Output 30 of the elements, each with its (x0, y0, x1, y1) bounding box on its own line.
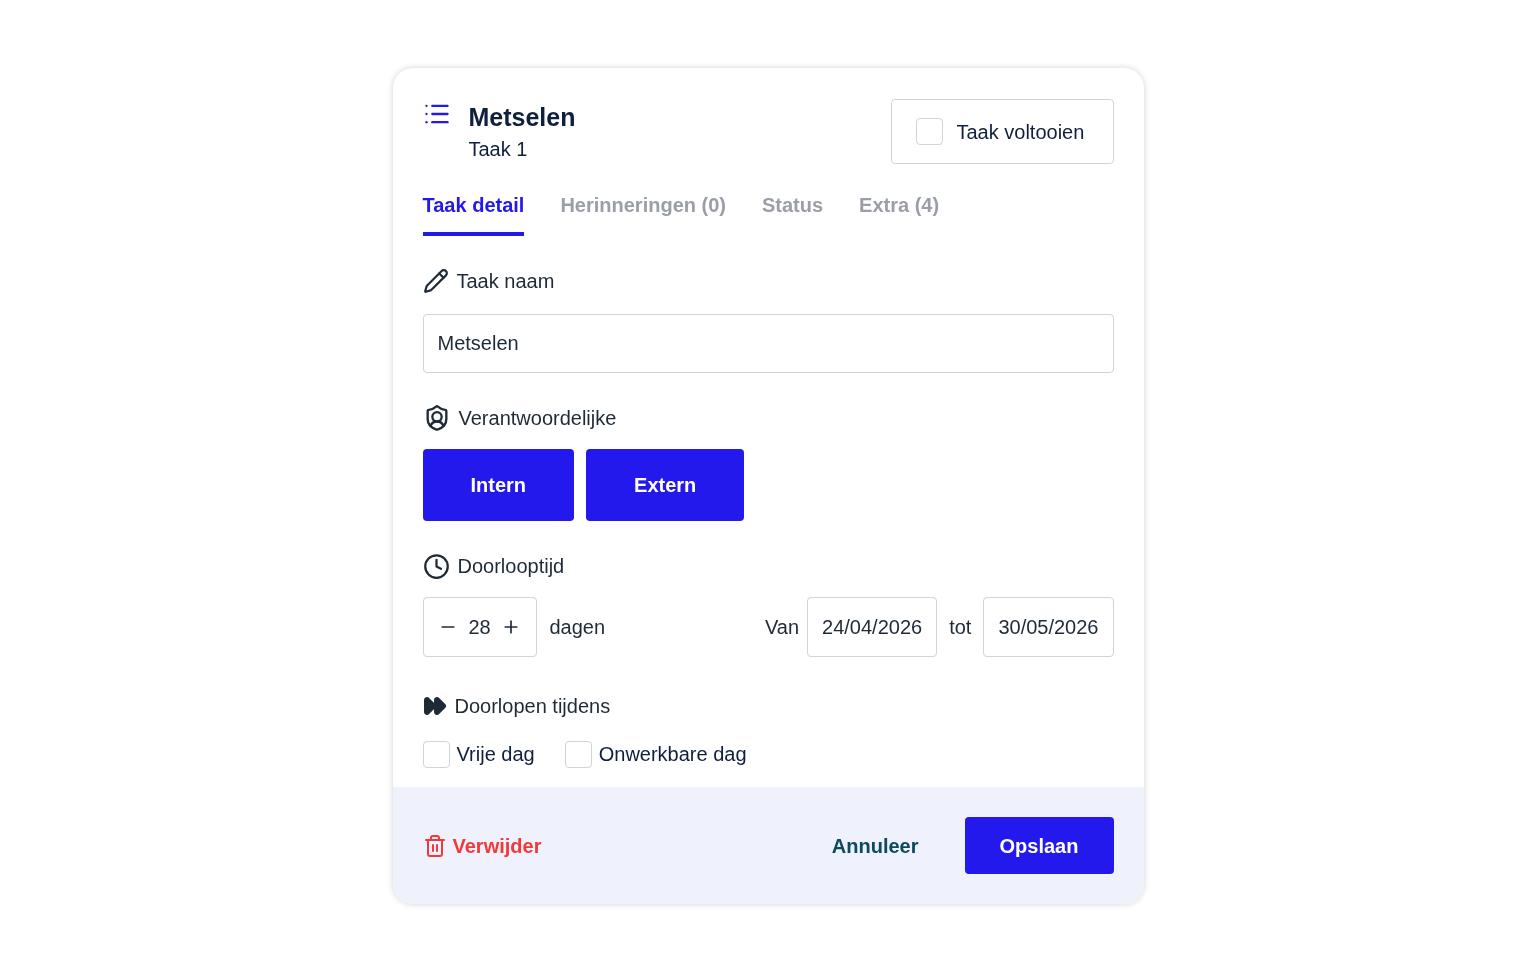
fast-forward-icon (422, 694, 447, 718)
responsible-button[interactable]: Extern (586, 449, 745, 521)
cancel-button[interactable]: Annuleer (831, 830, 919, 861)
pencil-icon (422, 268, 449, 294)
responsible-button[interactable]: Intern (422, 449, 575, 521)
clock-icon (422, 552, 450, 580)
checkbox[interactable] (422, 740, 450, 768)
trash-icon (422, 833, 447, 858)
task-name-input[interactable]: Metselen (422, 314, 1114, 373)
checkbox[interactable] (564, 740, 592, 768)
end-date-field[interactable]: 30/05/2026 (983, 597, 1114, 657)
checkbox-label[interactable]: Vrije dag (456, 739, 535, 769)
checkbox[interactable] (915, 118, 943, 145)
section-label: Taak naam (456, 269, 555, 294)
days-value: 28 (468, 615, 491, 640)
save-button[interactable]: Opslaan (964, 817, 1114, 874)
dialog-subtitle: Taak 1 (468, 137, 529, 162)
section-label: Verantwoordelijke (458, 406, 617, 431)
from-label: Van (764, 615, 800, 640)
dialog-title: Metselen (468, 102, 576, 133)
section-label: Doorlopen tijdens (454, 694, 611, 719)
tab[interactable]: Taak detail (422, 190, 525, 236)
start-date-field[interactable]: 24/04/2026 (807, 597, 938, 657)
delete-button[interactable]: Verwijder (422, 830, 542, 861)
days-stepper[interactable]: 28 (422, 597, 537, 657)
section-label: Doorlooptijd (457, 554, 565, 579)
unit-label: dagen (549, 615, 606, 640)
checkbox-label[interactable]: Onwerkbare dag (598, 739, 747, 769)
to-label: tot (949, 615, 972, 640)
complete-task-button[interactable]: Taak voltooien (890, 99, 1114, 164)
